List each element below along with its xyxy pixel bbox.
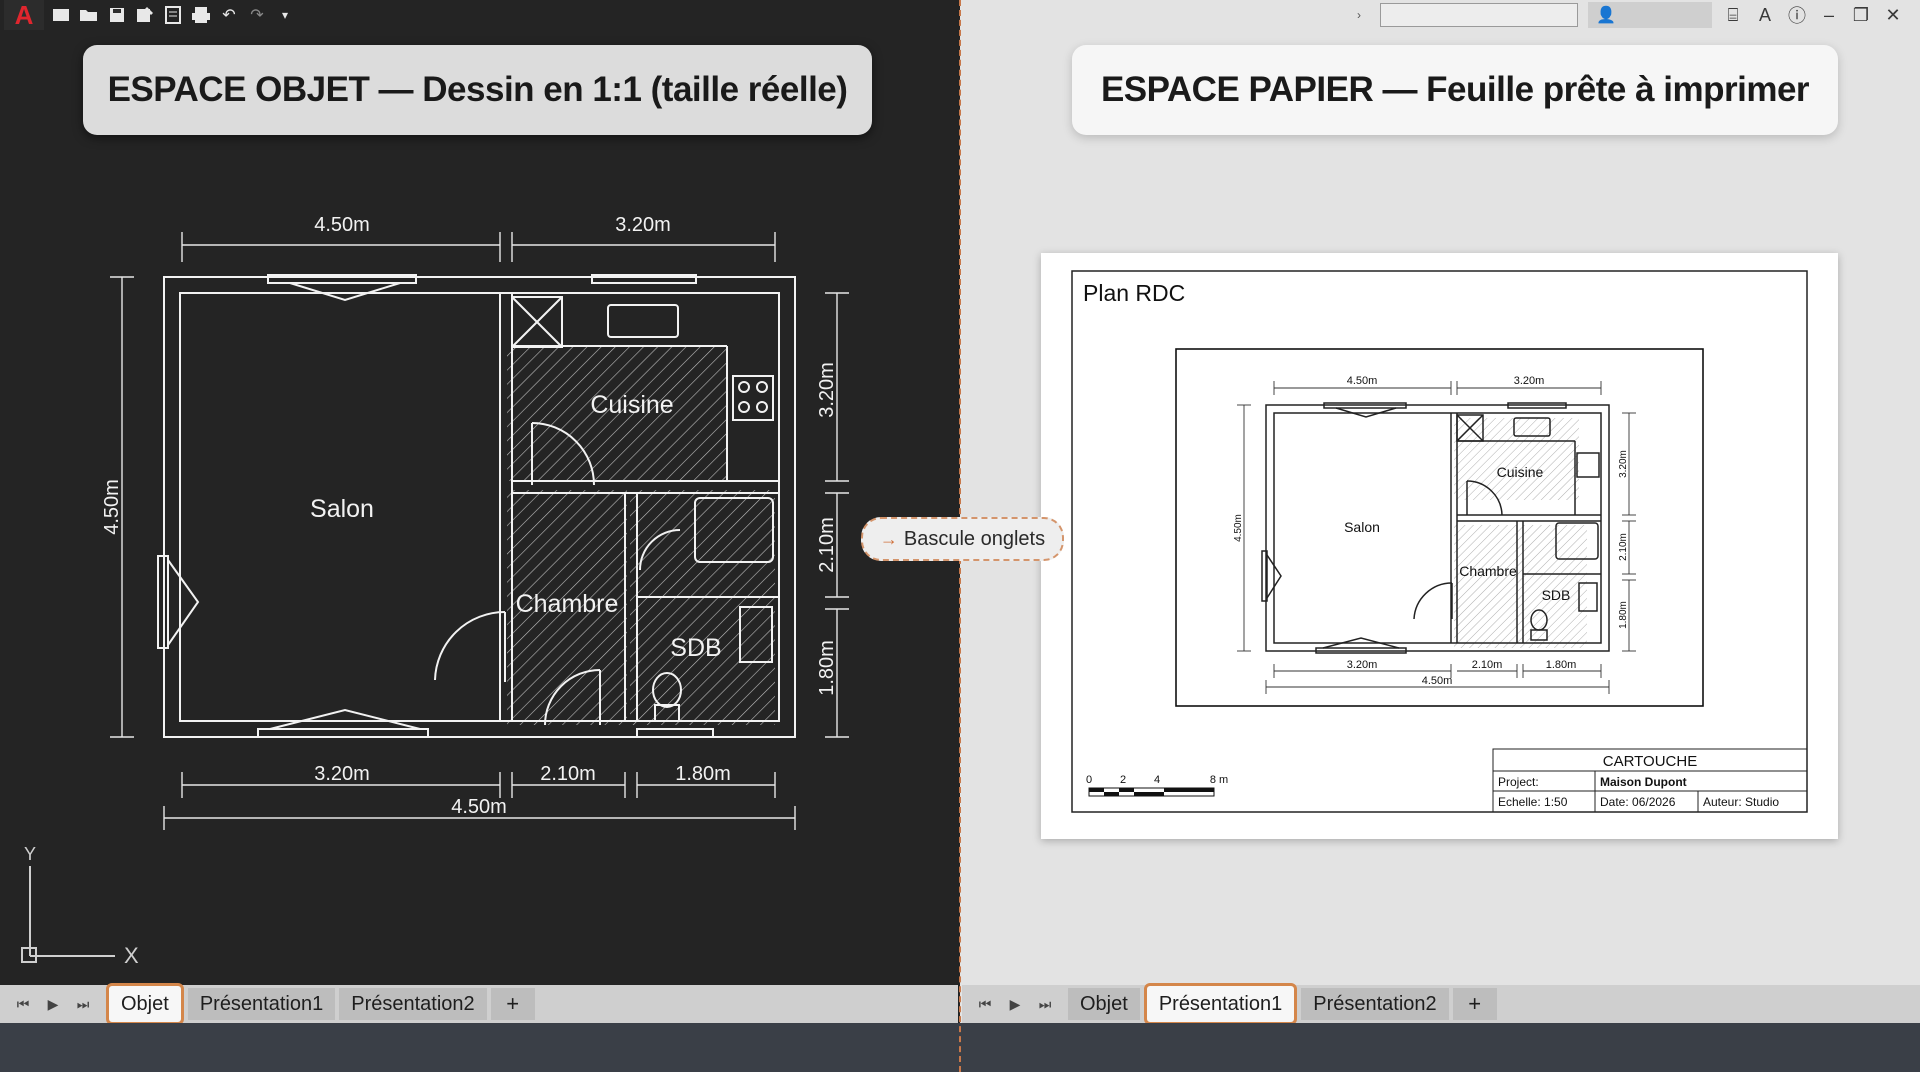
help-icon[interactable]: ⓘ: [1786, 2, 1808, 28]
ucs-y-label: Y: [24, 846, 36, 864]
first-tab-icon[interactable]: ⏮: [970, 996, 1000, 1013]
paper-sheet: Plan RDC 4.50m 3.20m 3.20m 2.10m 1.80m 4…: [1041, 253, 1838, 839]
paper-dim-bottom-b: 2.10m: [1472, 659, 1503, 671]
plot-icon[interactable]: [190, 4, 212, 26]
paper-dim-bottom-a: 3.20m: [1347, 659, 1378, 671]
paper-dim-bottom-c: 1.80m: [1546, 659, 1577, 671]
prev-tab-icon[interactable]: ▶: [1000, 996, 1030, 1013]
restore-icon[interactable]: ❐: [1850, 5, 1872, 26]
undo-icon[interactable]: ↶: [218, 4, 240, 26]
paper-dim-right-b: 2.10m: [1618, 533, 1629, 561]
scale-label-0: 0: [1086, 774, 1092, 786]
open-icon[interactable]: [78, 4, 100, 26]
dim-top-a: 4.50m: [314, 215, 370, 236]
room-salon: Salon: [310, 495, 374, 523]
dim-bottom-a: 3.20m: [314, 763, 370, 785]
scale-bar: 0 2 4 8 m: [1086, 774, 1228, 797]
tab-presentation2[interactable]: Présentation2: [1301, 988, 1449, 1020]
ucs-x-label: X: [124, 943, 139, 968]
paper-room-sdb: SDB: [1542, 587, 1571, 603]
user-icon: 👤: [1596, 7, 1616, 24]
paper-space-title: ESPACE PAPIER — Feuille prête à imprimer: [1072, 45, 1838, 135]
paper-room-cuisine: Cuisine: [1497, 464, 1544, 480]
last-tab-icon[interactable]: ⏭: [1030, 996, 1060, 1013]
cartouche-date: Date: 06/2026: [1600, 795, 1676, 809]
tab-objet[interactable]: Objet: [106, 983, 184, 1025]
paper-dim-top-a: 4.50m: [1347, 375, 1378, 387]
dim-bottom-b: 2.10m: [540, 763, 596, 785]
font-icon[interactable]: A: [1754, 5, 1776, 26]
bascule-label: Bascule onglets: [903, 527, 1046, 550]
dim-top-b: 3.20m: [615, 215, 671, 236]
customize-icon[interactable]: ▾: [274, 4, 296, 26]
paper-dim-right-c: 1.80m: [1618, 601, 1629, 629]
tab-objet[interactable]: Objet: [1068, 988, 1140, 1020]
room-cuisine: Cuisine: [590, 391, 673, 419]
close-icon[interactable]: ✕: [1882, 5, 1904, 26]
chevron-right-icon[interactable]: ›: [1348, 8, 1370, 22]
dim-right-b: 2.10m: [816, 517, 838, 573]
app-logo-icon[interactable]: A: [4, 0, 44, 30]
ucs-icon: Y X: [21, 846, 139, 968]
cartouche-author: Auteur: Studio: [1703, 795, 1779, 809]
exchange-icon[interactable]: ⌸: [1722, 5, 1744, 26]
tab-presentation1[interactable]: Présentation1: [1143, 983, 1298, 1025]
model-layout-tabbar: ⏮ ▶ ⏭ Objet Présentation1 Présentation2 …: [0, 983, 958, 1025]
scale-label-8: 8 m: [1210, 774, 1228, 786]
cartouche-title: CARTOUCHE: [1603, 753, 1697, 770]
room-chambre: Chambre: [516, 590, 619, 618]
dim-left: 4.50m: [101, 479, 123, 535]
new-icon[interactable]: [50, 4, 72, 26]
paper-room-chambre: Chambre: [1459, 563, 1517, 579]
paper-layout-tabbar: ⏮ ▶ ⏭ Objet Présentation1 Présentation2 …: [962, 983, 1920, 1025]
tab-presentation1[interactable]: Présentation1: [187, 988, 336, 1020]
add-layout-button[interactable]: +: [490, 988, 535, 1020]
add-layout-button[interactable]: +: [1452, 988, 1497, 1020]
save-icon[interactable]: [106, 4, 128, 26]
paper-dim-bottom-total: 4.50m: [1422, 675, 1453, 687]
top-right-controls: › 👤 ⌸ A ⓘ – ❐ ✕: [1348, 0, 1920, 30]
paper-dim-left: 4.50m: [1233, 514, 1244, 542]
dim-right-a: 3.20m: [816, 362, 838, 418]
scale-label-4: 4: [1154, 774, 1160, 786]
dim-right-c: 1.80m: [816, 640, 838, 696]
publish-icon[interactable]: [162, 4, 184, 26]
paper-dim-right-a: 3.20m: [1618, 450, 1629, 478]
minimize-icon[interactable]: –: [1818, 5, 1840, 26]
redo-icon[interactable]: ↷: [246, 4, 268, 26]
dim-bottom-c: 1.80m: [675, 763, 731, 785]
paper-title: Plan RDC: [1083, 280, 1185, 306]
cartouche-project-value: Maison Dupont: [1600, 775, 1687, 789]
cartouche-scale: Echelle: 1:50: [1498, 795, 1568, 809]
room-sdb: SDB: [670, 634, 721, 662]
bascule-onglets-callout: → Bascule onglets: [861, 517, 1064, 561]
model-floor-plan: 4.50m 3.20m 3.20m 2.10m 1.80m 4.50m 4.50…: [101, 215, 849, 830]
last-tab-icon[interactable]: ⏭: [68, 996, 98, 1013]
prev-tab-icon[interactable]: ▶: [38, 996, 68, 1013]
quick-access-toolbar: A ↶ ↷ ▾: [0, 0, 296, 30]
first-tab-icon[interactable]: ⏮: [8, 996, 38, 1013]
search-input[interactable]: [1380, 3, 1578, 27]
scale-label-2: 2: [1120, 774, 1126, 786]
save-as-icon[interactable]: [134, 4, 156, 26]
user-account[interactable]: 👤: [1588, 2, 1712, 28]
paper-layout: Plan RDC 4.50m 3.20m 3.20m 2.10m 1.80m 4…: [1071, 270, 1808, 813]
dim-bottom-total: 4.50m: [451, 796, 507, 818]
paper-room-salon: Salon: [1344, 519, 1380, 535]
paper-dim-top-b: 3.20m: [1514, 375, 1545, 387]
cartouche-project-label: Project:: [1498, 775, 1539, 789]
arrow-right-icon: →: [879, 528, 898, 549]
model-space-title: ESPACE OBJET — Dessin en 1:1 (taille rée…: [83, 45, 872, 135]
tab-presentation2[interactable]: Présentation2: [339, 988, 487, 1020]
